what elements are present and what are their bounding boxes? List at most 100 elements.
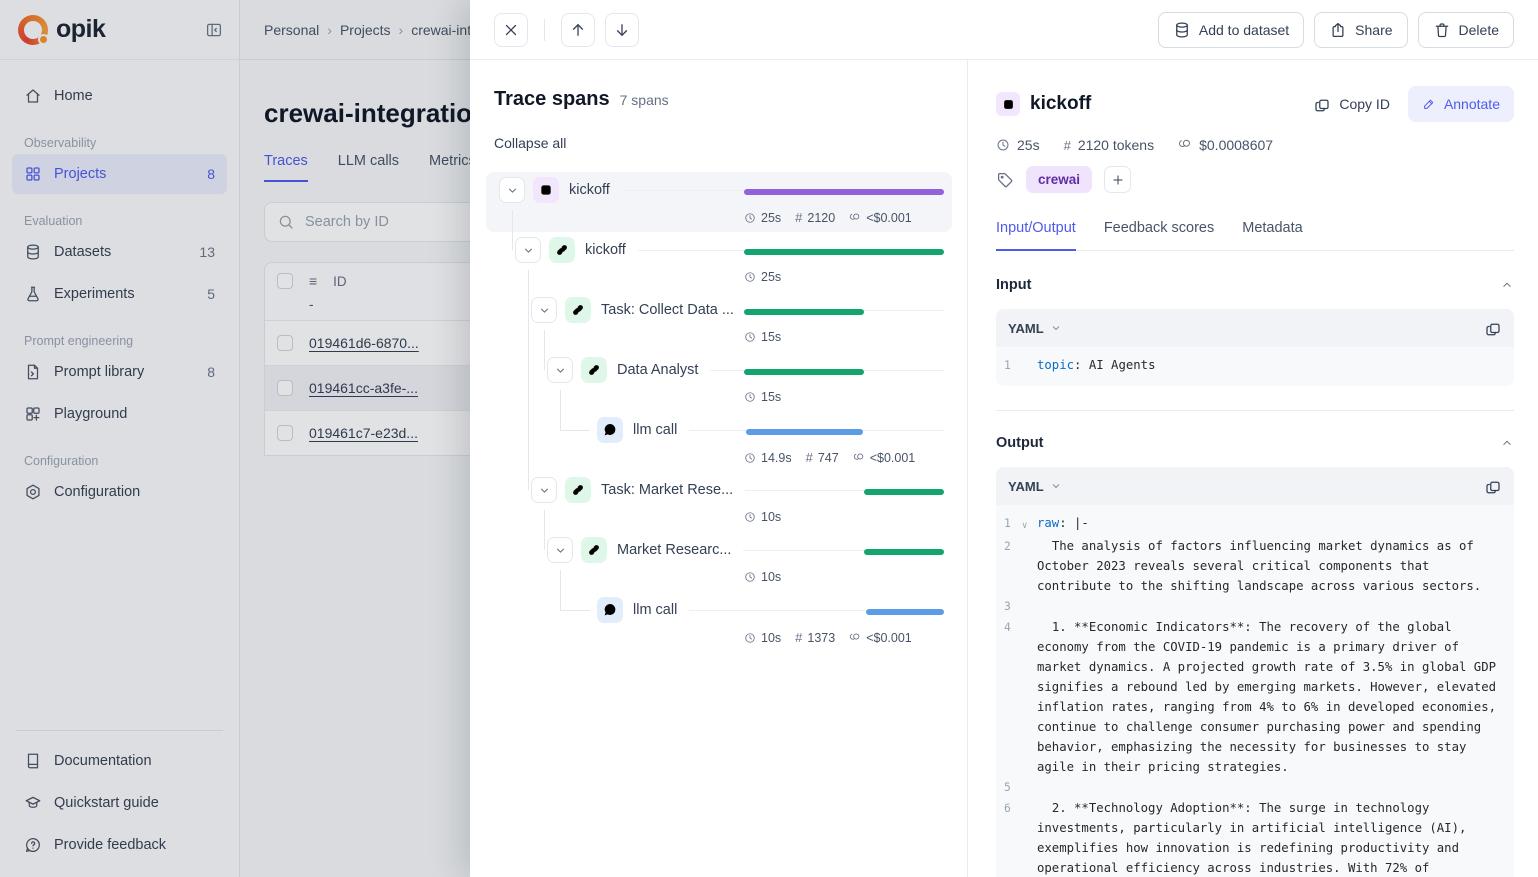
span-collapse-chevron[interactable] [531, 477, 557, 503]
arrow-down-icon [613, 21, 631, 39]
span-label[interactable]: llm call [633, 422, 677, 438]
tree-connector [560, 570, 561, 610]
span-label[interactable]: Market Researc... [617, 542, 731, 558]
add-to-dataset-button[interactable]: Add to dataset [1158, 12, 1304, 48]
tree-connector [512, 210, 513, 250]
output-section-header: Output [996, 435, 1514, 451]
annotate-button[interactable]: Annotate [1408, 86, 1514, 122]
span-label[interactable]: Task: Market Rese... [601, 482, 733, 498]
span-collapse-chevron[interactable] [547, 357, 573, 383]
tokens-stat: # 2120 tokens [1064, 137, 1155, 153]
code-line: 6 2. **Technology Adoption**: The surge … [1004, 798, 1502, 877]
line-number: 1 [1004, 513, 1022, 536]
span-row[interactable]: Market Researc... 10s [486, 532, 952, 592]
share-button[interactable]: Share [1314, 12, 1407, 48]
span-duration: 25s [744, 270, 781, 284]
tag-pill[interactable]: crewai [1026, 166, 1092, 193]
span-duration: 10s [744, 570, 781, 584]
span-tokens: #1373 [795, 630, 835, 645]
span-row[interactable]: Data Analyst15s [486, 352, 952, 412]
output-code: 1∨raw: |-2 The analysis of factors influ… [996, 505, 1514, 877]
span-tokens: #747 [806, 450, 839, 465]
span-cost: <$0.001 [849, 631, 912, 645]
span-duration: 25s [744, 211, 781, 225]
fold-gutter [1022, 596, 1037, 617]
output-code-header: YAML [996, 467, 1514, 505]
span-collapse-chevron[interactable] [499, 177, 525, 203]
span-row[interactable]: Task: Market Rese...10s [486, 472, 952, 532]
span-row[interactable]: kickoff 25s [486, 232, 952, 292]
link-span-icon [581, 357, 607, 383]
link-span-icon [581, 537, 607, 563]
llm-span-icon [597, 417, 623, 443]
close-button[interactable] [494, 13, 528, 47]
trace-spans-title: Trace spans 7 spans [470, 60, 967, 111]
span-label[interactable]: kickoff [569, 182, 610, 198]
chevron-up-icon[interactable] [1500, 436, 1514, 450]
span-tree: kickoff 25s#2120<$0.001 kickoff 25s Task: Co… [486, 172, 952, 672]
span-duration-bar [744, 309, 864, 315]
input-code-header: YAML [996, 309, 1514, 347]
input-format-select[interactable]: YAML [1008, 321, 1062, 336]
span-label[interactable]: llm call [633, 602, 677, 618]
trace-spans-panel: Trace spans 7 spans Collapse all kickoff… [470, 60, 968, 877]
add-tag-button[interactable] [1104, 166, 1131, 193]
tree-connector [528, 270, 529, 490]
span-row[interactable]: kickoff 25s#2120<$0.001 [486, 172, 952, 232]
span-label[interactable]: Data Analyst [617, 362, 698, 378]
previous-trace-button[interactable] [561, 13, 595, 47]
span-row[interactable]: llm call10s#1373<$0.001 [486, 592, 952, 652]
code-line: 4 1. **Economic Indicators**: The recove… [1004, 617, 1502, 777]
output-copy-icon[interactable] [1484, 477, 1502, 495]
duration-stat: 25s [996, 137, 1040, 153]
line-number: 5 [1004, 777, 1022, 798]
line-number: 6 [1004, 798, 1022, 877]
fold-chevron-icon[interactable]: ∨ [1022, 513, 1037, 536]
line-number: 3 [1004, 596, 1022, 617]
span-metrics: 15s [744, 330, 781, 344]
detail-scroll-area[interactable]: Input YAML 1topic: AI Agents [996, 251, 1514, 877]
tags-row: crewai [996, 166, 1514, 193]
detail-tab-feedback-scores[interactable]: Feedback scores [1104, 220, 1214, 250]
app-root: opik Home ObservabilityProjects8Evaluati… [0, 0, 1538, 877]
span-detail-panel: kickoff Copy ID Annotate [968, 60, 1538, 877]
span-metrics: 10s#1373<$0.001 [744, 630, 912, 645]
span-label[interactable]: kickoff [585, 242, 626, 258]
detail-tab-input-output[interactable]: Input/Output [996, 220, 1076, 251]
next-trace-button[interactable] [605, 13, 639, 47]
tree-connector [544, 510, 545, 550]
delete-button[interactable]: Delete [1418, 12, 1514, 48]
trash-icon [1433, 21, 1451, 39]
chevron-up-icon[interactable] [1500, 278, 1514, 292]
span-count: 7 spans [620, 92, 669, 108]
link-span-icon [565, 297, 591, 323]
input-copy-icon[interactable] [1484, 319, 1502, 337]
span-metrics: 25s#2120<$0.001 [744, 210, 912, 225]
input-code-block: YAML 1topic: AI Agents [996, 309, 1514, 386]
span-collapse-chevron[interactable] [547, 537, 573, 563]
span-label[interactable]: Task: Collect Data ... [601, 302, 734, 318]
link-span-icon [565, 477, 591, 503]
tree-connector [560, 610, 590, 611]
line-number: 2 [1004, 536, 1022, 596]
tree-connector [544, 330, 545, 370]
detail-tabs: Input/Output Feedback scores Metadata [996, 220, 1514, 251]
span-row[interactable]: Task: Collect Data ... 15s [486, 292, 952, 352]
tag-icon [996, 171, 1014, 189]
span-metrics: 10s [744, 570, 781, 584]
span-collapse-chevron[interactable] [515, 237, 541, 263]
clock-icon [744, 632, 756, 644]
output-format-select[interactable]: YAML [1008, 479, 1062, 494]
toolbar-divider [544, 19, 545, 41]
span-metrics: 14.9s#747<$0.001 [744, 450, 915, 465]
collapse-all-button[interactable]: Collapse all [470, 135, 967, 151]
clock-icon [744, 391, 756, 403]
span-collapse-chevron[interactable] [531, 297, 557, 323]
span-cost: <$0.001 [853, 451, 916, 465]
detail-tab-metadata[interactable]: Metadata [1242, 220, 1302, 250]
span-row[interactable]: llm call14.9s#747<$0.001 [486, 412, 952, 472]
copy-id-button[interactable]: Copy ID [1313, 95, 1390, 113]
overlay-actions: Add to dataset Share Delete [1158, 12, 1514, 48]
overlay-toolbar: Add to dataset Share Delete [470, 0, 1538, 60]
share-icon [1329, 21, 1347, 39]
